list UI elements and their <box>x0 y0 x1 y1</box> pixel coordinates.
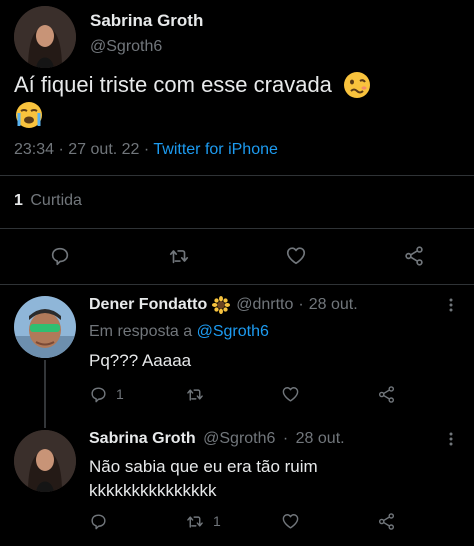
share-button[interactable] <box>377 382 396 406</box>
share-icon <box>378 512 395 530</box>
reply-button[interactable] <box>89 509 116 533</box>
tweet-source[interactable]: Twitter for iPhone <box>153 141 278 158</box>
heart-icon <box>282 386 299 402</box>
retweet-icon <box>169 250 189 264</box>
like-button[interactable] <box>281 382 308 406</box>
divider <box>0 284 474 285</box>
reply-avatar[interactable] <box>14 430 76 492</box>
share-button[interactable] <box>377 509 396 533</box>
share-icon <box>378 385 395 403</box>
reply-button[interactable]: 1 <box>89 382 124 406</box>
meta-separator: · <box>298 296 304 313</box>
reply-date[interactable]: 28 out. <box>309 296 358 314</box>
like-button[interactable] <box>281 241 311 271</box>
reply-text-line: kkkkkkkkkkkkkkk <box>89 481 217 500</box>
retweet-count: 1 <box>213 513 221 529</box>
reply-author-name[interactable]: Dener Fondatto <box>89 296 207 314</box>
tweet-text-content: Aí fiquei triste com esse cravada <box>14 72 332 97</box>
retweet-button[interactable]: 1 <box>185 509 221 533</box>
reply-count: 1 <box>116 386 124 402</box>
heart-icon <box>282 513 299 529</box>
reply-author-handle[interactable]: @dnrtto <box>236 296 293 314</box>
reply-text: Pq??? Aaaaa <box>89 351 192 370</box>
reply-button[interactable] <box>45 241 75 271</box>
author-avatar[interactable] <box>14 6 76 68</box>
reply-author-handle[interactable]: @Sgroth6 <box>203 430 275 447</box>
meta-separator: · <box>143 141 150 158</box>
loudly-crying-face-icon <box>14 100 44 135</box>
reply-icon <box>91 386 106 402</box>
reply-header: Sabrina Groth @Sgroth6 · 28 out. <box>89 430 345 448</box>
tweet-meta: 23:34 · 27 out. 22 · Twitter for iPhone <box>14 141 278 159</box>
meta-separator: · <box>282 430 289 447</box>
reply-avatar[interactable] <box>14 296 76 358</box>
thread-line <box>44 360 46 428</box>
reply-icon <box>91 513 106 529</box>
retweet-button[interactable] <box>185 382 213 406</box>
heart-icon <box>286 247 306 265</box>
divider <box>0 175 474 176</box>
more-options-icon[interactable] <box>442 430 460 453</box>
share-button[interactable] <box>399 241 429 271</box>
tweet-date[interactable]: 27 out. 22 <box>68 141 139 158</box>
replying-to: Em resposta a @Sgroth6 <box>89 323 269 341</box>
reply-text-line: Não sabia que eu era tão ruim <box>89 457 318 476</box>
likes-count: 1 <box>14 192 23 209</box>
sunflower-icon <box>212 296 231 314</box>
woozy-face-icon <box>342 70 372 100</box>
reply-header: Dener Fondatto @dnrtto · 28 out. <box>89 296 358 314</box>
tweet-time: 23:34 <box>14 141 55 158</box>
retweet-icon <box>187 388 203 401</box>
reply-text: Não sabia que eu era tão ruim kkkkkkkkkk… <box>89 455 318 503</box>
share-icon <box>405 246 423 266</box>
more-options-icon[interactable] <box>442 296 460 319</box>
tweet-text: Aí fiquei triste com esse cravada <box>14 70 469 132</box>
divider <box>0 228 474 229</box>
like-button[interactable] <box>281 509 308 533</box>
retweet-button[interactable] <box>164 241 194 271</box>
reply-icon <box>51 247 69 266</box>
reply-date[interactable]: 28 out. <box>296 430 345 447</box>
author-handle[interactable]: @Sgroth6 <box>90 38 162 56</box>
retweet-icon <box>187 515 203 528</box>
replying-label: Em resposta a <box>89 323 193 340</box>
author-name[interactable]: Sabrina Groth <box>90 11 203 31</box>
reply-author-name[interactable]: Sabrina Groth <box>89 430 196 447</box>
likes-stat[interactable]: 1 Curtida <box>14 192 82 210</box>
likes-label: Curtida <box>30 192 82 209</box>
meta-separator: · <box>58 141 64 158</box>
replying-to-handle[interactable]: @Sgroth6 <box>197 323 269 340</box>
